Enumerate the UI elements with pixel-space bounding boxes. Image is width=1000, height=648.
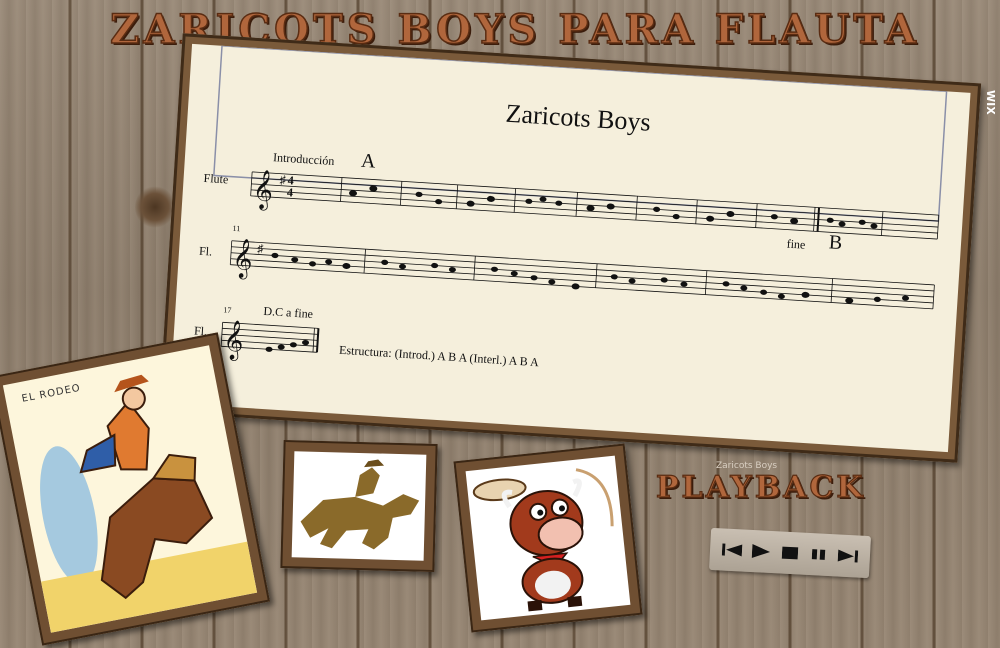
intro-label: Introducción	[273, 150, 335, 168]
treble-clef-icon: 𝄞	[252, 170, 275, 211]
skip-forward-icon[interactable]	[835, 544, 860, 567]
stop-icon[interactable]	[777, 541, 802, 564]
horse-silhouette-illustration	[300, 459, 420, 550]
section-a-label: A	[360, 150, 376, 173]
instrument-label: Fl.	[199, 244, 213, 259]
staff-1	[250, 171, 940, 240]
bucking-horse-illustration	[40, 374, 258, 633]
play-icon[interactable]	[749, 540, 774, 563]
measure-number: 11	[232, 224, 240, 233]
svg-text:♯: ♯	[257, 241, 264, 255]
score-frame: Zaricots Boys Flute Introducción A fine …	[158, 33, 982, 463]
cartoon-bull-picture[interactable]	[453, 443, 643, 633]
fine-label: fine	[786, 237, 805, 252]
key-signature: ♯	[279, 173, 286, 187]
pause-icon[interactable]	[806, 543, 831, 566]
audio-player	[709, 527, 871, 579]
notes-system-1	[349, 185, 878, 229]
wood-knot	[135, 185, 175, 229]
wix-badge[interactable]: WIX	[984, 90, 998, 160]
measure-number: 17	[223, 305, 232, 314]
instrument-label: Flute	[203, 171, 229, 187]
notes-system-3	[265, 339, 310, 352]
treble-clef-icon: 𝄞	[231, 239, 254, 280]
dc-al-fine-label: D.C a fine	[263, 304, 313, 321]
cartoon-bull-illustration	[472, 468, 614, 612]
section-b-label: B	[828, 231, 843, 254]
treble-clef-icon: 𝄞	[222, 320, 245, 361]
svg-text:4: 4	[287, 185, 294, 199]
skip-back-icon[interactable]	[720, 538, 745, 561]
playback-title: PLAYBACK	[655, 469, 866, 505]
sheet-music: Zaricots Boys Flute Introducción A fine …	[194, 44, 948, 370]
structure-text: Estructura: (Introd.) A B A (Interl.) A …	[339, 343, 540, 370]
score-title: Zaricots Boys	[505, 99, 652, 137]
horse-rider-picture[interactable]	[280, 440, 438, 572]
